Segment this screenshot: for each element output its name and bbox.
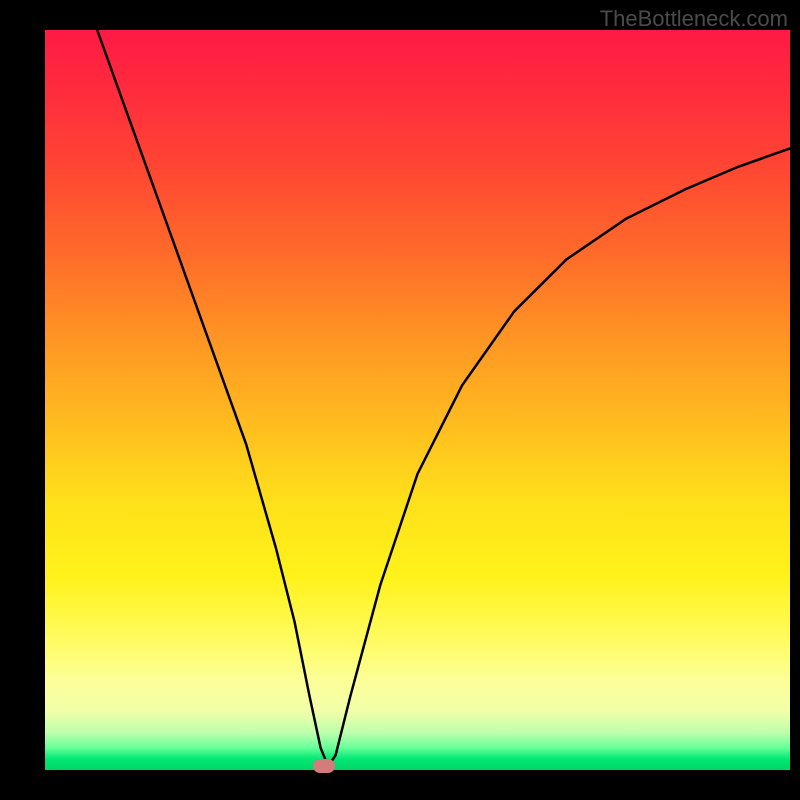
chart-minimum-marker [313, 759, 335, 773]
chart-curve [45, 30, 790, 770]
watermark-text: TheBottleneck.com [600, 6, 788, 32]
